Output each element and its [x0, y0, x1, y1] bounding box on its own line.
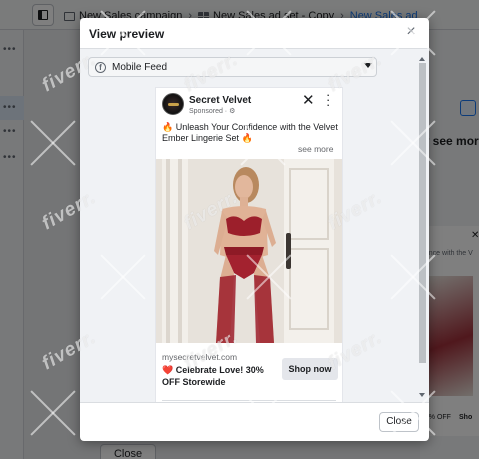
dialog-header: View preview ×: [80, 18, 429, 48]
view-preview-dialog: View preview × f Mobile Feed Secret Velv…: [80, 18, 429, 441]
sponsored-label: Sponsored · ⚙: [189, 108, 236, 115]
facebook-icon: f: [95, 61, 106, 73]
ad-headline[interactable]: ❤️ Celebrate Love! 30% OFF Storewide: [162, 364, 278, 388]
page-name[interactable]: Secret Velvet: [189, 95, 251, 106]
ad-primary-text: 🔥 Unleash Your Confidence with the Velve…: [162, 122, 338, 143]
scroll-down-arrow[interactable]: [419, 393, 425, 397]
close-icon[interactable]: ×: [403, 24, 419, 41]
scrollbar-thumb[interactable]: [419, 63, 426, 363]
avatar[interactable]: [162, 93, 184, 115]
more-options-icon[interactable]: · · ·: [326, 88, 330, 111]
dialog-body: f Mobile Feed Secret Velvet Sponsored · …: [80, 48, 429, 403]
placement-select[interactable]: f Mobile Feed: [88, 57, 377, 77]
hide-ad-icon[interactable]: ✕: [302, 93, 315, 108]
ad-preview-card: Secret Velvet Sponsored · ⚙ ✕ · · · 🔥 Unle…: [156, 88, 342, 402]
scroll-up-arrow[interactable]: [419, 57, 425, 61]
dialog-title: View preview: [89, 27, 165, 41]
placement-select-value: Mobile Feed: [112, 61, 168, 73]
see-more-link[interactable]: see more: [298, 144, 333, 154]
chevron-down-icon: [364, 63, 372, 68]
shop-now-button[interactable]: Shop now: [282, 358, 338, 380]
dialog-scrollbar[interactable]: [418, 57, 426, 397]
divider: [162, 400, 336, 401]
ad-creative-illustration: [156, 159, 342, 343]
close-button[interactable]: Close: [379, 412, 419, 432]
ad-link-domain[interactable]: mysecretvelvet.com: [162, 352, 237, 362]
ad-creative-image[interactable]: [156, 159, 342, 343]
